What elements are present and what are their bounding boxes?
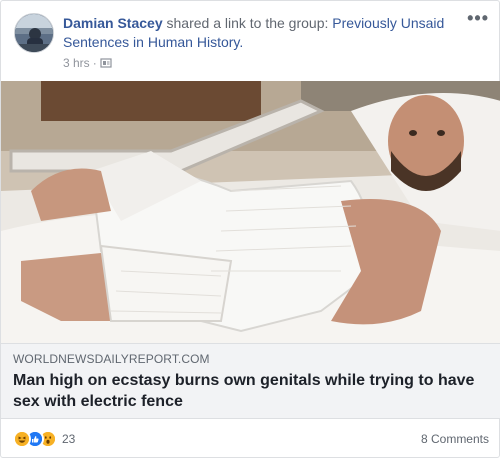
meta-separator: · [92, 56, 97, 70]
author-name[interactable]: Damian Stacey [63, 15, 163, 31]
post-header-text: Damian Stacey shared a link to the group… [63, 14, 463, 52]
ellipsis-icon[interactable]: ••• [467, 9, 489, 27]
haha-icon [13, 430, 31, 448]
link-caption[interactable]: WORLDNEWSDAILYREPORT.COM Man high on ecs… [1, 343, 500, 419]
post-meta: 3 hrs · [63, 56, 112, 70]
avatar[interactable] [14, 13, 54, 53]
link-domain: WORLDNEWSDAILYREPORT.COM [13, 352, 210, 366]
comments-link[interactable]: 8 Comments [421, 431, 489, 447]
share-action-text: shared a link to the group: [162, 15, 333, 31]
reactions-summary[interactable]: 23 [13, 430, 75, 448]
post-header: Damian Stacey shared a link to the group… [1, 1, 500, 81]
link-headline[interactable]: Man high on ecstasy burns own genitals w… [13, 370, 489, 412]
public-globe-icon [100, 57, 112, 69]
timestamp[interactable]: 3 hrs [63, 56, 90, 70]
reaction-count[interactable]: 23 [62, 430, 75, 448]
post-footer: 23 8 Comments [1, 419, 500, 458]
link-preview-image[interactable] [1, 81, 500, 343]
post-card: Damian Stacey shared a link to the group… [0, 0, 500, 458]
